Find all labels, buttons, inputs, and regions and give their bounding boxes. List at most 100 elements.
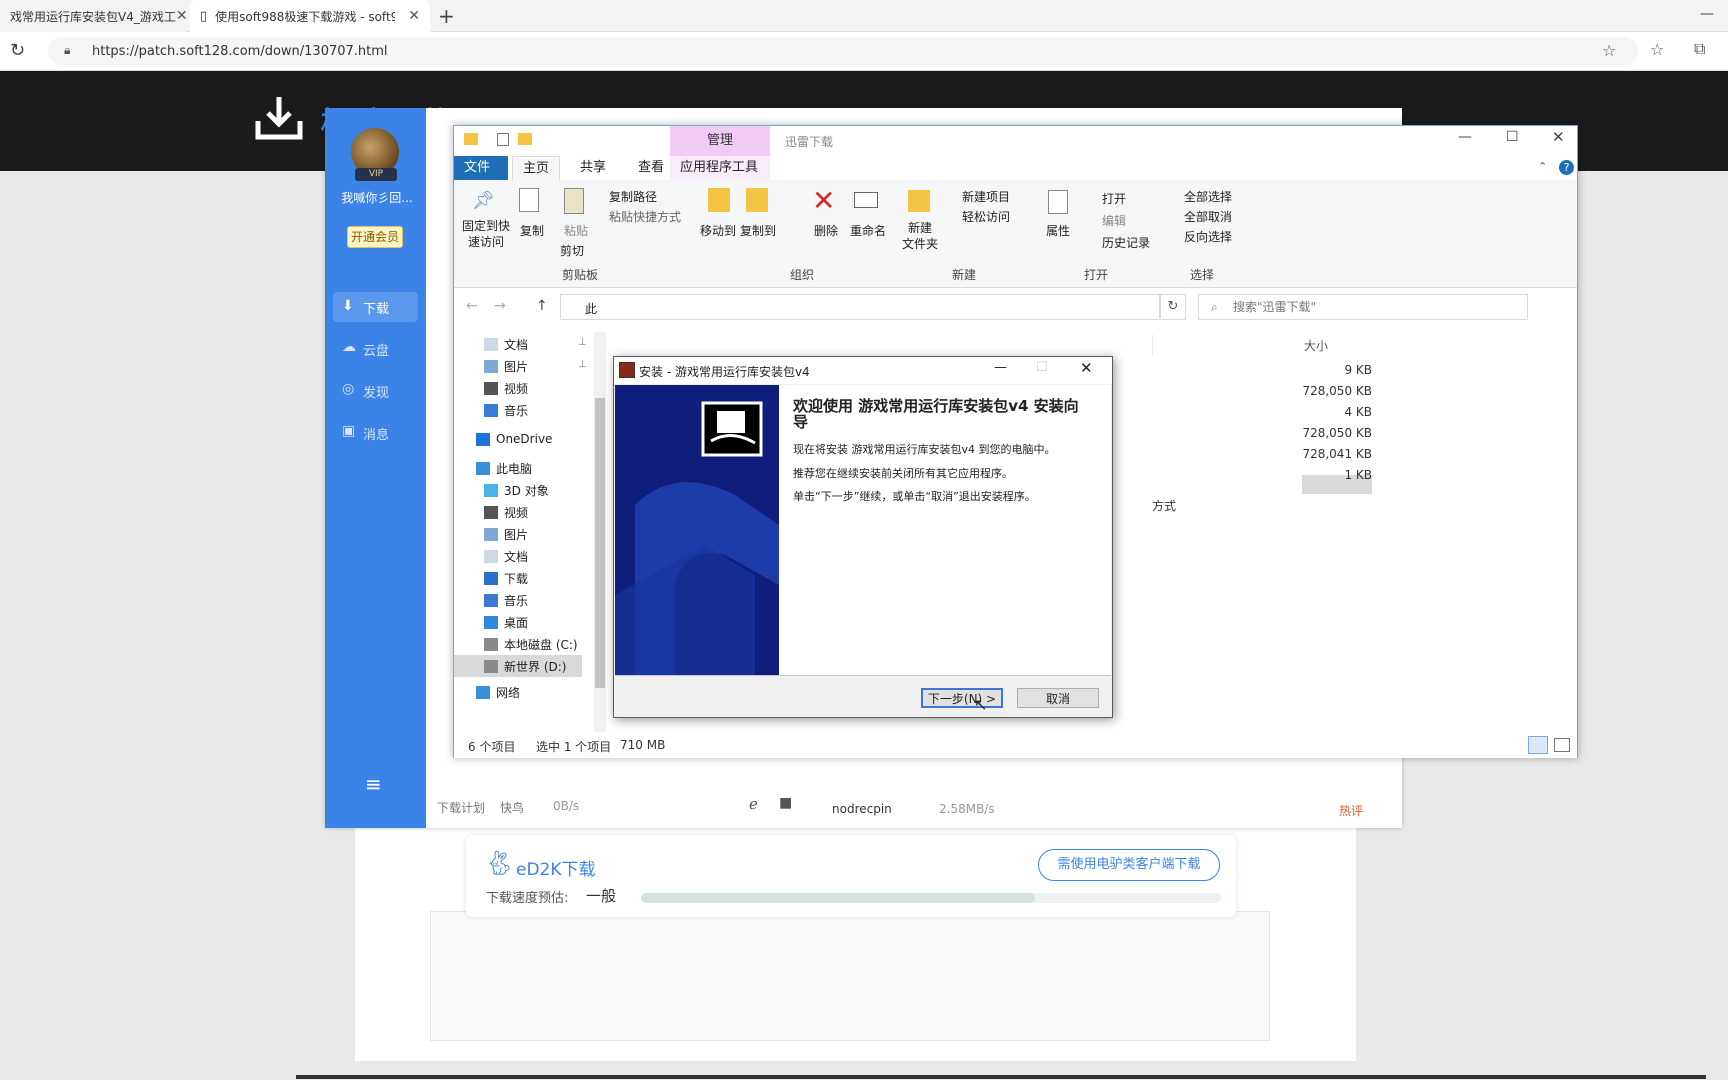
new-folder-button[interactable]: 新建 文件夹: [902, 220, 938, 252]
search-field[interactable]: ⌕ 搜索"迅雷下载": [1198, 294, 1528, 320]
minimize-icon[interactable]: —: [1700, 6, 1714, 22]
nav-label: 发现: [363, 385, 390, 401]
select-none-button[interactable]: 全部取消: [1184, 208, 1232, 225]
forward-icon[interactable]: →: [494, 298, 506, 314]
browser-tab-bar: 戏常用运行库安装包V4_游戏工 ✕ ▯ 使用soft988极速下载游戏 - so…: [0, 0, 1728, 32]
next-button[interactable]: 下一步(N) >: [921, 688, 1003, 708]
close-icon[interactable]: ✕: [1080, 359, 1093, 377]
add-favorite-icon[interactable]: ☆: [1602, 41, 1616, 60]
refresh-icon[interactable]: ↻: [10, 40, 25, 61]
scrollbar[interactable]: [594, 332, 606, 732]
nav-discover[interactable]: ◎ 发现: [333, 376, 418, 406]
large-icons-view-icon[interactable]: [1554, 738, 1570, 752]
drive-icon: [484, 637, 498, 651]
nav-pane-item[interactable]: 音乐: [484, 589, 528, 611]
up-icon[interactable]: ↑: [536, 298, 548, 314]
browser-tab-active[interactable]: ▯ 使用soft988极速下载游戏 - soft9 ✕: [190, 0, 430, 32]
installer-body: 欢迎使用 游戏常用运行库安装包v4 安装向导 现在将安装 游戏常用运行库安装包v…: [615, 385, 1111, 676]
download-plan[interactable]: 下载计划: [437, 799, 485, 816]
nav-pane-item[interactable]: 新世界 (D:): [454, 655, 582, 677]
browser-tab[interactable]: 戏常用运行库安装包V4_游戏工 ✕: [0, 0, 186, 32]
minimize-icon[interactable]: —: [1458, 129, 1472, 145]
username[interactable]: 我喊你彡回...: [335, 189, 419, 206]
select-all-button[interactable]: 全部选择: [1184, 188, 1232, 205]
open-button[interactable]: 打开: [1102, 190, 1126, 207]
size-column: 9 KB 728,050 KB 4 KB 728,050 KB 728,041 KB 1 …: [1262, 363, 1372, 503]
new-tab-icon[interactable]: +: [438, 4, 455, 28]
group-new: 新建: [952, 268, 977, 282]
copy-path-button[interactable]: 复制路径: [609, 188, 657, 205]
tab-view[interactable]: 查看: [628, 156, 674, 180]
folder-icon[interactable]: [518, 133, 532, 145]
url-field[interactable]: 🔒︎ https://patch.soft128.com/down/130707…: [48, 37, 1638, 65]
column-size-header[interactable]: 大小: [1304, 337, 1328, 354]
delete-button[interactable]: 删除: [814, 222, 838, 239]
nav-pane-item[interactable]: 文档: [484, 333, 528, 355]
collapse-ribbon-icon[interactable]: ⌃: [1538, 160, 1547, 173]
nav-pane-item[interactable]: 下载: [484, 567, 528, 589]
nav-download[interactable]: ⬇ 下载: [333, 292, 418, 322]
nav-pane-label: 本地磁盘 (C:): [504, 637, 578, 652]
nav-pane-label: 新世界 (D:): [504, 659, 567, 674]
nav-pane-item[interactable]: 图片: [484, 355, 528, 377]
menu-icon[interactable]: ≡: [365, 772, 382, 796]
nav-label: 下载: [363, 301, 390, 317]
nav-pane-item[interactable]: 桌面: [484, 611, 528, 633]
ed2k-title: eD2K下载: [516, 860, 596, 880]
history-button[interactable]: 历史记录: [1102, 234, 1150, 251]
close-tab-icon[interactable]: ✕: [176, 8, 186, 24]
scrollbar-thumb[interactable]: [595, 398, 605, 688]
nav-pane-item[interactable]: 视频: [484, 377, 528, 399]
manage-context-tab[interactable]: 管理: [670, 126, 770, 156]
installer-line-2: 推荐您在继续安装前关闭所有其它应用程序。: [793, 467, 1013, 480]
address-field[interactable]: 此: [560, 294, 1160, 320]
cancel-button[interactable]: 取消: [1017, 688, 1099, 708]
ed2k-client-button[interactable]: 需使用电驴类客户端下载: [1038, 849, 1220, 881]
invert-selection-button[interactable]: 反向选择: [1184, 228, 1232, 245]
rename-button[interactable]: 重命名: [850, 222, 886, 239]
easy-access-button[interactable]: 轻松访问: [962, 208, 1010, 225]
nav-pane-item[interactable]: 3D 对象: [484, 479, 549, 501]
nav-pane-item[interactable]: 图片: [484, 523, 528, 545]
nav-pane-item[interactable]: 文档: [484, 545, 528, 567]
ie-icon[interactable]: ℯ: [749, 795, 758, 813]
paste-shortcut-button[interactable]: 粘贴快捷方式: [609, 208, 681, 225]
hot-review-label[interactable]: 热评: [1339, 802, 1363, 819]
checkbox-icon[interactable]: [497, 133, 509, 146]
nav-pane-item[interactable]: 本地磁盘 (C:): [484, 633, 578, 655]
pin-quick-access-button[interactable]: 固定到快 速访问: [462, 218, 510, 250]
close-icon[interactable]: ✕: [1552, 128, 1565, 146]
new-item-button[interactable]: 新建项目: [962, 188, 1010, 205]
refresh-icon[interactable]: ↻: [1160, 294, 1186, 320]
fast-bird[interactable]: 快鸟: [500, 799, 524, 816]
nav-cloud[interactable]: ☁ 云盘: [333, 334, 418, 364]
details-view-icon[interactable]: [1528, 736, 1548, 754]
copy-to-button[interactable]: 复制到: [740, 222, 776, 239]
nav-pane-item[interactable]: 视频: [484, 501, 528, 523]
move-to-button[interactable]: 移动到: [700, 222, 736, 239]
tab-file[interactable]: 文件: [454, 156, 508, 180]
nav-pane-label: 视频: [504, 505, 529, 520]
collections-icon[interactable]: ⧉: [1694, 39, 1705, 59]
nav-pane-item[interactable]: 此电脑: [476, 457, 532, 479]
properties-button[interactable]: 属性: [1046, 222, 1070, 239]
tab-share[interactable]: 共享: [570, 156, 616, 180]
nav-pane-item[interactable]: 音乐: [484, 399, 528, 421]
nav-pane-item[interactable]: OneDrive: [476, 428, 552, 450]
edit-button[interactable]: 编辑: [1102, 212, 1126, 229]
favorites-icon[interactable]: ☆: [1650, 40, 1664, 59]
maximize-icon[interactable]: ☐: [1506, 129, 1519, 145]
cut-button[interactable]: 剪切: [560, 242, 584, 259]
tab-home[interactable]: 主页: [512, 156, 561, 180]
copy-button[interactable]: 复制: [520, 222, 544, 239]
help-icon[interactable]: ?: [1559, 160, 1574, 175]
nav-messages[interactable]: ▣ 消息: [333, 418, 418, 448]
back-icon[interactable]: ←: [466, 298, 478, 314]
close-tab-icon[interactable]: ✕: [408, 8, 420, 24]
paste-button[interactable]: 粘贴: [564, 222, 588, 239]
minimize-icon[interactable]: —: [994, 360, 1007, 375]
lock-icon[interactable]: ■: [779, 795, 792, 811]
tab-app-tools[interactable]: 应用程序工具: [670, 156, 770, 180]
nav-pane-item[interactable]: 网络: [476, 681, 520, 703]
open-member-button[interactable]: 开通会员: [347, 226, 403, 248]
